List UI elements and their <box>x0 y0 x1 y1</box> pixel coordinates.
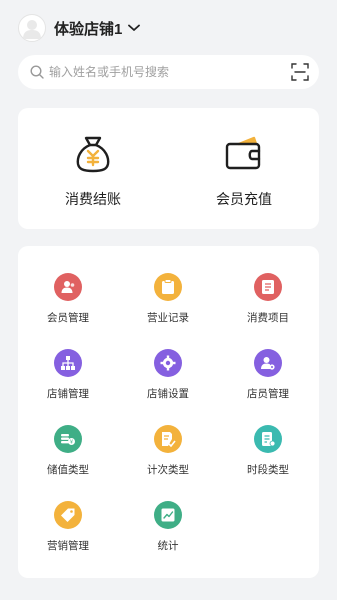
member-recharge-button[interactable]: 会员充值 <box>169 108 319 229</box>
grid-item-stored-value-types[interactable]: ¥ 储值类型 <box>18 425 118 485</box>
search-input[interactable] <box>49 65 291 79</box>
grid-label: 时段类型 <box>247 464 289 476</box>
grid-item-count-types[interactable]: 计次类型 <box>118 425 218 485</box>
chart-icon <box>154 501 182 529</box>
user-silhouette-icon <box>23 20 41 39</box>
timesheet-icon <box>254 425 282 453</box>
grid-label: 营业记录 <box>147 312 189 324</box>
scan-icon[interactable] <box>291 63 309 81</box>
wallet-icon <box>223 133 265 175</box>
gear-icon <box>154 349 182 377</box>
function-grid: 会员管理 营业记录 消费项目 店铺管理 店铺设置 店员管理 ¥ 储值类型 计次类… <box>18 246 319 578</box>
member-icon <box>54 273 82 301</box>
quick-actions-card: 消费结账 会员充值 <box>18 108 319 229</box>
coins-icon: ¥ <box>54 425 82 453</box>
grid-label: 储值类型 <box>47 464 89 476</box>
grid-label: 计次类型 <box>147 464 189 476</box>
clipboard-icon <box>154 273 182 301</box>
grid-label: 会员管理 <box>47 312 89 324</box>
grid-item-business-records[interactable]: 营业记录 <box>118 273 218 333</box>
store-switcher[interactable]: 体验店铺1 <box>18 14 141 42</box>
tag-icon <box>54 501 82 529</box>
checkout-label: 消费结账 <box>65 191 121 207</box>
grid-item-store-settings[interactable]: 店铺设置 <box>118 349 218 409</box>
grid-label: 消费项目 <box>247 312 289 324</box>
grid-label: 统计 <box>157 540 179 552</box>
document-icon <box>254 273 282 301</box>
staff-settings-icon <box>254 349 282 377</box>
grid-label: 店铺管理 <box>47 388 89 400</box>
chevron-down-icon[interactable] <box>128 24 141 32</box>
count-card-icon <box>154 425 182 453</box>
svg-text:¥: ¥ <box>70 440 73 446</box>
grid-item-marketing-management[interactable]: 营销管理 <box>18 501 118 561</box>
money-bag-icon <box>73 133 113 175</box>
grid-item-member-management[interactable]: 会员管理 <box>18 273 118 333</box>
search-bar <box>18 55 319 89</box>
grid-item-statistics[interactable]: 统计 <box>118 501 218 561</box>
grid-label: 店员管理 <box>247 388 289 400</box>
org-chart-icon <box>54 349 82 377</box>
grid-label: 店铺设置 <box>147 388 189 400</box>
avatar <box>18 14 46 42</box>
grid-item-staff-management[interactable]: 店员管理 <box>218 349 318 409</box>
member-recharge-label: 会员充值 <box>216 191 272 207</box>
grid-label: 营销管理 <box>47 540 89 552</box>
grid-item-store-management[interactable]: 店铺管理 <box>18 349 118 409</box>
grid-item-consumption-items[interactable]: 消费项目 <box>218 273 318 333</box>
search-icon <box>30 65 44 79</box>
checkout-button[interactable]: 消费结账 <box>18 108 168 229</box>
store-name: 体验店铺1 <box>54 20 123 38</box>
grid-item-time-slot-types[interactable]: 时段类型 <box>218 425 318 485</box>
